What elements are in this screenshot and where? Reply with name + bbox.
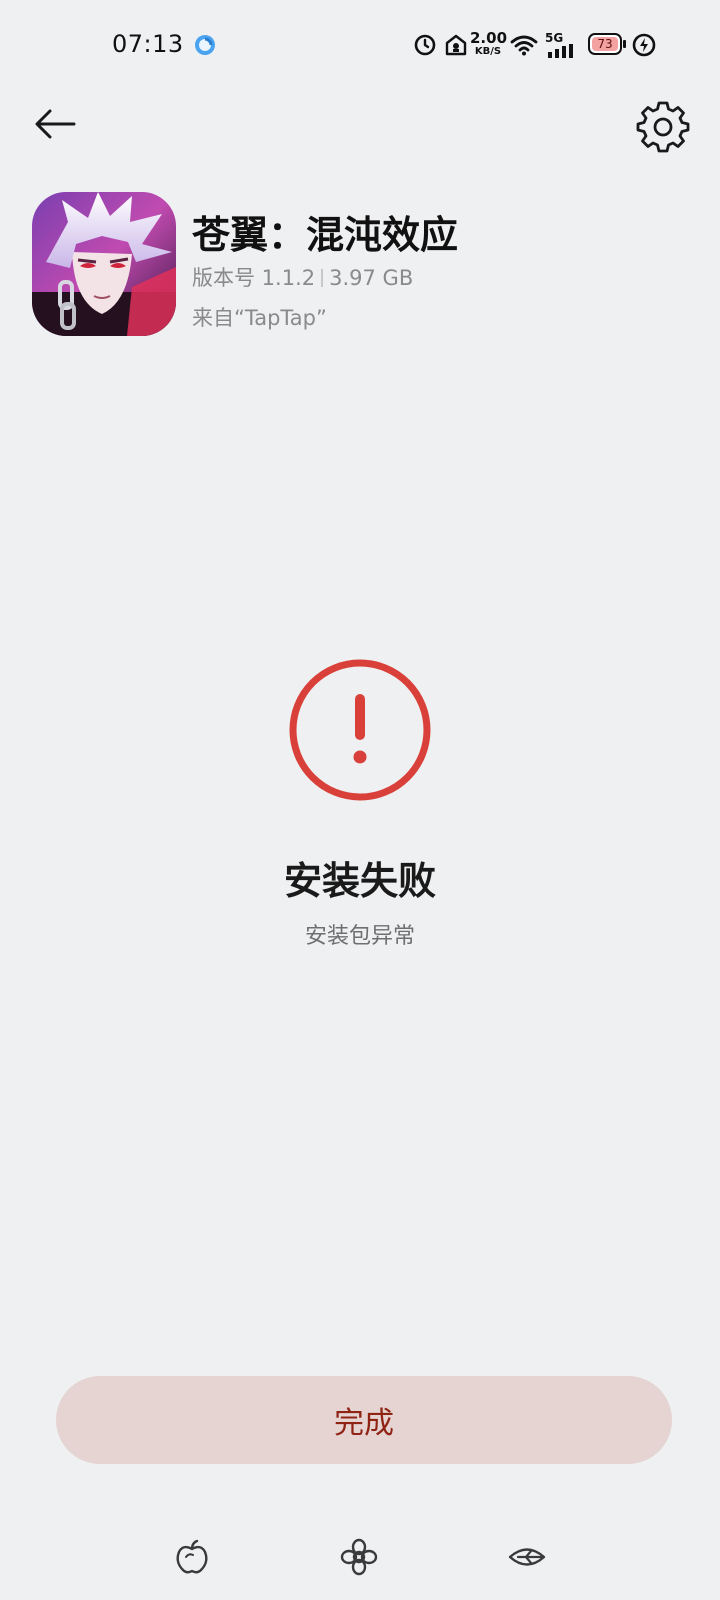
net-speed: 2.00 KB/S [470, 29, 508, 57]
browser-notification-icon [195, 35, 215, 55]
leaf-eye-icon[interactable] [508, 1538, 546, 1576]
net-speed-unit: KB/S [474, 46, 502, 57]
battery-icon: 73 [588, 33, 622, 55]
app-size: 3.97 GB [329, 266, 414, 290]
signal-icon [548, 44, 573, 58]
app-name: 苍翼：混沌效应 [192, 213, 459, 257]
vpn-icon [445, 34, 467, 56]
flower-icon[interactable] [340, 1538, 378, 1576]
network-type: 5G [545, 31, 564, 45]
gear-icon [636, 101, 690, 153]
arrow-left-icon [35, 109, 76, 139]
wifi-icon [510, 35, 538, 56]
net-speed-value: 2.00 [470, 29, 508, 47]
install-result-page: 07:13 2.00 KB/S 5G 73 苍翼：混沌效应 版本号 1.1.2 … [0, 0, 720, 1600]
battery-tip [623, 40, 626, 48]
status-bar: 07:13 2.00 KB/S 5G 73 [0, 0, 720, 92]
error-icon [289, 659, 431, 801]
app-source: 来自“TapTap” [192, 306, 327, 330]
done-button[interactable]: 完成 [56, 1376, 672, 1464]
app-meta: 版本号 1.1.2 3.97 GB [192, 262, 413, 292]
alarm-icon [414, 34, 436, 56]
charging-icon [632, 33, 656, 57]
result-subtitle: 安装包异常 [304, 924, 415, 949]
result-title: 安装失败 [283, 859, 436, 903]
app-icon [32, 192, 176, 336]
battery-level: 73 [597, 37, 613, 51]
back-button[interactable] [30, 100, 82, 152]
settings-button[interactable] [636, 100, 690, 154]
apple-icon[interactable] [173, 1538, 211, 1576]
app-version: 版本号 1.1.2 [192, 266, 316, 290]
meta-divider [321, 269, 324, 287]
status-time: 07:13 [112, 30, 184, 58]
